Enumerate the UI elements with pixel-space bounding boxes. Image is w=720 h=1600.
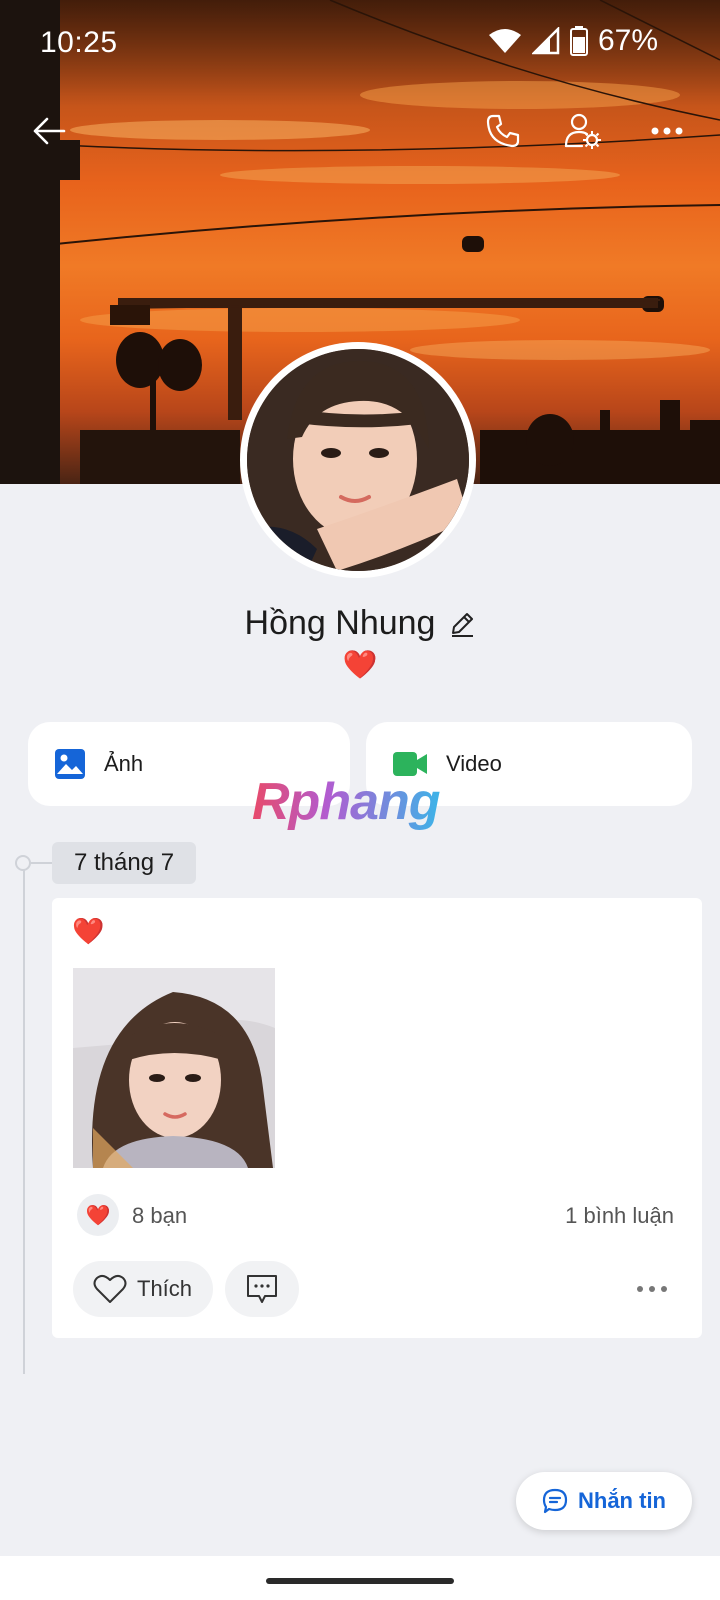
phone-icon [486,114,520,148]
comment-icon [247,1275,277,1303]
image-icon [55,749,85,779]
profile-bio: ❤️ [342,649,378,680]
timeline-date: 7 tháng 7 [52,842,197,884]
message-button[interactable]: Nhắn tin [516,1472,692,1530]
heart-icon [93,1274,127,1303]
back-button[interactable] [26,108,72,154]
like-label: Thích [137,1276,193,1301]
more-options-button[interactable] [644,108,690,154]
videos-label: Video [446,751,502,776]
post-text: ❤️ [72,916,105,946]
more-horizontal-icon [637,1286,667,1292]
comment-button[interactable] [225,1261,299,1317]
avatar-portrait [247,349,469,571]
post-photo[interactable] [73,968,275,1168]
reaction-badge[interactable]: ❤️ [77,1194,119,1236]
signal-icon [531,27,560,55]
timeline-connector [31,862,53,864]
timeline-dot [15,855,31,871]
reaction-count[interactable]: 8 bạn [132,1203,187,1229]
post-photo-portrait [73,968,275,1168]
chat-bubble-icon [542,1488,568,1514]
user-settings-icon [564,113,601,149]
like-button[interactable]: Thích [73,1261,213,1317]
wifi-icon [488,29,521,53]
post-card: ❤️ ❤️ 8 bạn 1 bình luận Thích [52,898,702,1338]
profile-name-row: Hồng Nhung [0,604,720,643]
comment-count[interactable]: 1 bình luận [565,1203,674,1229]
status-time: 10:25 [40,26,118,59]
timeline-line [23,862,25,1374]
edit-pencil-icon[interactable] [449,611,475,637]
post-more-button[interactable] [632,1276,672,1302]
call-button[interactable] [480,108,526,154]
message-label: Nhắn tin [578,1488,666,1513]
profile-settings-button[interactable] [560,108,606,154]
battery-percent: 67% [597,24,658,57]
home-indicator[interactable] [266,1578,454,1584]
profile-name: Hồng Nhung [244,604,436,642]
arrow-left-icon [33,117,66,145]
watermark-logo: Rphang [252,773,441,831]
profile-avatar[interactable] [240,342,476,578]
battery-icon [569,26,588,56]
status-bar: 10:25 67% [0,0,720,90]
status-icons: 67% [488,24,658,58]
photos-label: Ảnh [104,751,144,776]
avatar-photo [247,349,469,571]
more-horizontal-icon [651,127,683,135]
